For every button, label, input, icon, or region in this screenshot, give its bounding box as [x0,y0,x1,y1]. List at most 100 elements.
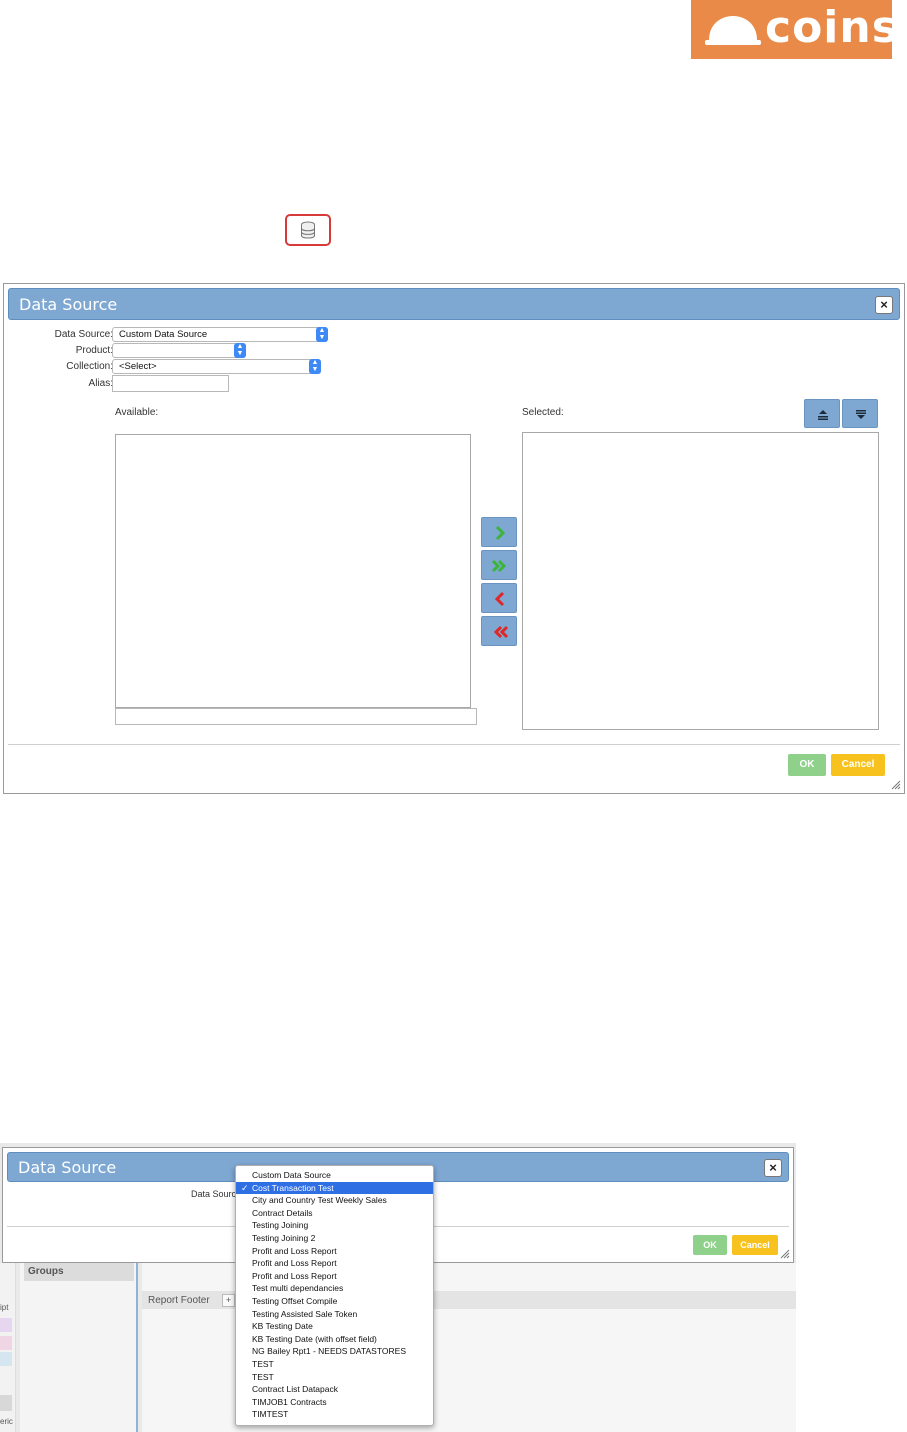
dropdown-option-label: Testing Assisted Sale Token [252,1308,358,1319]
dropdown-option-label: Profit and Loss Report [252,1258,337,1269]
data-source-label: Data Source: [54,329,113,340]
double-chevron-right-icon [482,551,516,579]
alias-label: Alias: [88,378,113,389]
dropdown-option-label: City and Country Test Weekly Sales [252,1195,387,1206]
product-label: Product: [75,345,113,356]
footer-divider [8,744,900,745]
dropdown-option[interactable]: Profit and Loss Report [236,1257,433,1270]
dialog-header: Data Source × [8,288,900,320]
dropdown-option-label: KB Testing Date [252,1321,313,1332]
background-swatch [0,1318,12,1332]
ok-button[interactable]: OK [788,754,826,776]
available-filter-input[interactable] [115,708,477,725]
add-button[interactable] [481,517,517,547]
dropdown-option[interactable]: Contract Details [236,1207,433,1220]
data-source-select[interactable]: Custom Data Source ▲ ▼ [112,327,328,342]
dropdown-option[interactable]: Test multi dependancies [236,1282,433,1295]
move-up-button[interactable] [804,399,840,428]
remove-button[interactable] [481,583,517,613]
remove-all-button[interactable] [481,616,517,646]
collection-select-value: <Select> [119,361,157,372]
coins-logo: coins [691,0,898,59]
data-source-dropdown-menu[interactable]: Custom Data Source ✓ Cost Transaction Test… [235,1165,434,1426]
dropdown-option-label: Contract List Datapack [252,1384,338,1395]
data-source-label: Data Sourc [191,1189,237,1199]
dropdown-option-label: TEST [252,1371,274,1382]
cancel-button[interactable]: Cancel [831,754,885,776]
data-source-select-value: Custom Data Source [119,329,208,340]
dropdown-option-label: Testing Joining [252,1220,309,1231]
background-swatch [0,1352,12,1366]
background-swatch [0,1336,12,1350]
add-section-button[interactable]: + [222,1294,235,1307]
background-side-label: ipt [0,1303,9,1312]
dropdown-option-label: TIMTEST [252,1409,289,1420]
dropdown-option[interactable]: Testing Joining [236,1219,433,1232]
resize-handle-icon[interactable] [780,1249,790,1259]
alias-input[interactable] [112,375,229,392]
close-icon: × [769,1160,777,1175]
dropdown-option-label: NG Bailey Rpt1 - NEEDS DATASTORES [252,1346,406,1357]
dropdown-screenshot: ipt eric Groups Report Footer + Data Sou… [0,1143,796,1432]
chevron-left-icon [482,584,516,612]
dropdown-option[interactable]: City and Country Test Weekly Sales [236,1194,433,1207]
dropdown-option-label: Test multi dependancies [252,1283,344,1294]
dropdown-option[interactable]: NG Bailey Rpt1 - NEEDS DATASTORES [236,1345,433,1358]
dropdown-option-label: KB Testing Date (with offset field) [252,1333,377,1344]
dialog-title: Data Source [18,1158,117,1177]
selected-label: Selected: [522,407,564,418]
dropdown-option-label: TIMJOB1 Contracts [252,1396,327,1407]
move-down-icon [843,400,877,427]
report-footer-label: Report Footer [148,1295,210,1306]
dropdown-option[interactable]: TEST [236,1358,433,1371]
dropdown-option-label: TEST [252,1358,274,1369]
dropdown-option[interactable]: Custom Data Source [236,1169,433,1182]
ok-button[interactable]: OK [693,1235,727,1255]
chevron-updown-icon: ▲ ▼ [234,343,246,358]
hard-hat-icon [705,16,761,45]
dropdown-option[interactable]: TIMJOB1 Contracts [236,1396,433,1409]
available-list[interactable] [115,434,471,708]
chevron-updown-icon: ▲ ▼ [316,327,328,342]
dropdown-option[interactable]: Testing Offset Compile [236,1295,433,1308]
background-groups-panel [20,1263,138,1432]
dropdown-option[interactable]: Profit and Loss Report [236,1245,433,1258]
data-source-toolbar-button[interactable] [285,214,331,246]
dropdown-option[interactable]: ✓ Cost Transaction Test [236,1181,433,1195]
selected-list[interactable] [522,432,879,730]
dropdown-option[interactable]: Contract List Datapack [236,1383,433,1396]
add-all-button[interactable] [481,550,517,580]
collection-select[interactable]: <Select> ▲ ▼ [112,359,321,374]
dropdown-option-label: Cost Transaction Test [252,1182,334,1193]
dropdown-option[interactable]: TIMTEST [236,1408,433,1421]
dropdown-option[interactable]: KB Testing Date [236,1320,433,1333]
close-button[interactable]: × [875,296,893,314]
dropdown-option[interactable]: Testing Assisted Sale Token [236,1308,433,1321]
groups-header: Groups [24,1263,134,1281]
close-button[interactable]: × [764,1159,782,1177]
dropdown-option[interactable]: KB Testing Date (with offset field) [236,1333,433,1346]
dropdown-option-label: Testing Joining 2 [252,1232,316,1243]
dropdown-option[interactable]: TEST [236,1371,433,1384]
checkmark-icon: ✓ [241,1182,249,1193]
move-up-icon [805,400,839,427]
chevron-right-icon [482,518,516,546]
collection-label: Collection: [66,361,113,372]
background-side-label: eric [0,1417,13,1426]
dropdown-option-label: Testing Offset Compile [252,1295,338,1306]
data-source-dialog: Data Source × Data Source: Custom Data S… [3,283,905,794]
cancel-button[interactable]: Cancel [732,1235,778,1255]
resize-handle-icon[interactable] [891,780,901,790]
dropdown-option-label: Contract Details [252,1207,313,1218]
product-select[interactable]: ▲ ▼ [112,343,246,358]
dialog-title: Data Source [19,295,118,314]
double-chevron-left-icon [482,617,516,645]
available-label: Available: [115,407,159,418]
move-down-button[interactable] [842,399,878,428]
dropdown-option[interactable]: Testing Joining 2 [236,1232,433,1245]
chevron-updown-icon: ▲ ▼ [309,359,321,374]
dropdown-option[interactable]: Profit and Loss Report [236,1270,433,1283]
close-icon: × [880,297,888,312]
background-swatch [0,1395,12,1411]
database-icon [301,221,315,239]
